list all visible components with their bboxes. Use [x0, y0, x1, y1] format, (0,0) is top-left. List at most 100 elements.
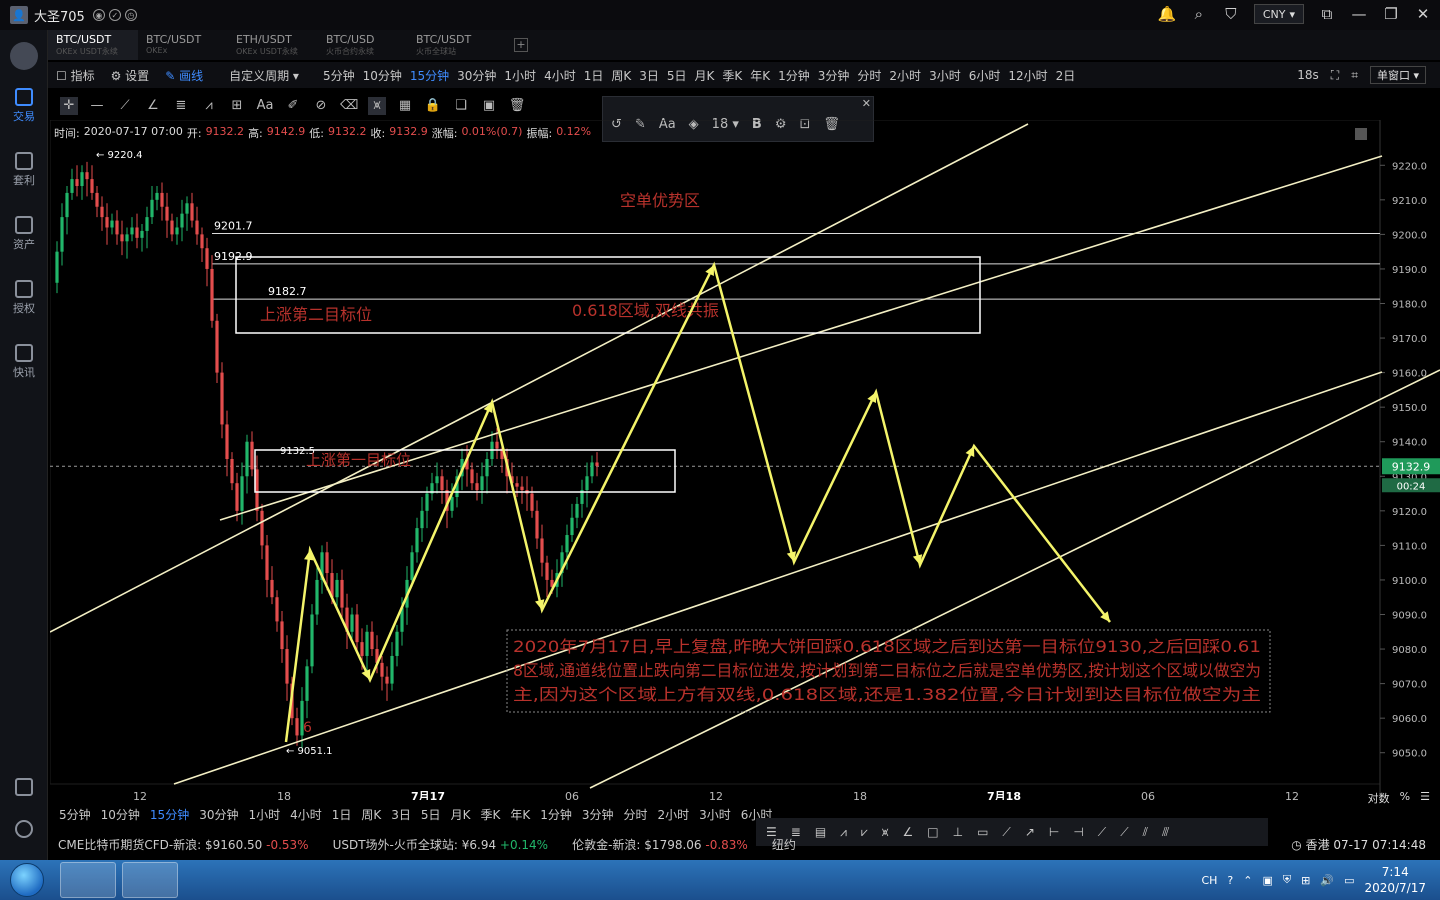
layers-icon[interactable]: ▣	[480, 97, 498, 115]
period-7[interactable]: 周K	[356, 806, 386, 826]
period-20[interactable]: 2日	[1052, 67, 1080, 84]
price-chart[interactable]: 9220.0 9210.0 9200.0 9190.0 9180.0 9170.0 9160…	[50, 120, 1440, 800]
period-12[interactable]: 年K	[746, 67, 774, 84]
period-0[interactable]: 5分钟	[54, 806, 96, 826]
pattern-icon[interactable]: ⩘	[200, 97, 218, 115]
period-4[interactable]: 1小时	[243, 806, 285, 826]
ticker-item[interactable]: USDT场外-火币全球站: ¥6.94 +0.14%	[333, 836, 549, 853]
ticker-item[interactable]: CME比特币期货CFD-新浪: $9160.50 -0.53%	[58, 836, 309, 853]
period-10[interactable]: 月K	[446, 806, 476, 826]
period-15[interactable]: 分时	[618, 806, 652, 826]
period-1[interactable]: 10分钟	[96, 806, 145, 826]
period-6[interactable]: 1日	[327, 806, 357, 826]
close-icon[interactable]: ✕	[862, 97, 871, 110]
symbol-tab[interactable]: BTC/USDT OKEx	[138, 30, 228, 60]
percent-scale-toggle[interactable]: %	[1400, 790, 1410, 806]
taskbar-app-client[interactable]	[122, 862, 178, 898]
period-7[interactable]: 周K	[607, 67, 635, 84]
period-2[interactable]: 15分钟	[145, 806, 194, 826]
export-icon[interactable]: ⧉	[1318, 5, 1336, 23]
sidebar-item-news[interactable]: 快讯	[0, 344, 48, 380]
period-17[interactable]: 3小时	[694, 806, 736, 826]
period-5[interactable]: 4小时	[540, 67, 580, 84]
user-avatar-icon[interactable]: 👤	[10, 6, 28, 24]
period-8[interactable]: 3日	[386, 806, 416, 826]
network-icon[interactable]: ⊞	[1301, 874, 1310, 887]
indicator-button[interactable]: ☐ 指标	[48, 67, 103, 84]
menu-icon[interactable]: ☰	[1420, 790, 1430, 806]
add-tab-button[interactable]: +	[514, 38, 528, 52]
ticker-item[interactable]: 伦敦金-新浪: $1798.06 -0.83%	[572, 836, 748, 853]
period-4[interactable]: 1小时	[500, 67, 540, 84]
custom-period-button[interactable]: 自定义周期 ▾	[221, 67, 307, 84]
period-12[interactable]: 年K	[505, 806, 535, 826]
log-scale-toggle[interactable]: 对数	[1368, 790, 1390, 806]
symbol-tab[interactable]: ETH/USDT OKEx USDT永续	[228, 30, 318, 60]
taskbar-app-chart[interactable]	[60, 862, 116, 898]
period-9[interactable]: 5日	[416, 806, 446, 826]
sidebar-item-tag[interactable]	[0, 778, 48, 798]
measure-icon[interactable]: ▦	[396, 97, 414, 115]
start-button[interactable]	[10, 863, 44, 897]
bell-icon[interactable]: 🔔	[1158, 5, 1177, 23]
text-icon[interactable]: Aa	[256, 97, 274, 115]
period-11[interactable]: 季K	[475, 806, 505, 826]
eraser-icon[interactable]: ⌫	[340, 97, 358, 115]
period-9[interactable]: 5日	[663, 67, 691, 84]
trash-icon[interactable]: 🗑	[508, 97, 526, 115]
period-1[interactable]: 10分钟	[359, 67, 406, 84]
sidebar-item-assets[interactable]: 资产	[0, 216, 48, 252]
fullscreen-icon[interactable]: ⛶	[1331, 68, 1339, 83]
period-14[interactable]: 3分钟	[577, 806, 619, 826]
period-13[interactable]: 1分钟	[535, 806, 577, 826]
symbol-tab[interactable]: BTC/USDT OKEx USDT永续	[48, 30, 138, 60]
help-icon[interactable]: ?	[1227, 874, 1233, 887]
close-icon[interactable]: ✕	[1414, 5, 1432, 23]
sidebar-item-trade[interactable]: 交易	[0, 88, 48, 124]
trend-line-icon[interactable]: ⟋	[116, 97, 134, 115]
grid-icon[interactable]: ⊞	[228, 97, 246, 115]
period-11[interactable]: 季K	[718, 67, 746, 84]
symbol-tab[interactable]: BTC/USDT 火币全球站	[408, 30, 498, 60]
screenshot-icon[interactable]: ⌗	[1351, 68, 1358, 83]
continuous-draw-icon[interactable]: ⩙	[368, 97, 386, 115]
language-indicator[interactable]: CH	[1201, 874, 1217, 887]
shirt-icon[interactable]: ⛉	[1222, 5, 1240, 23]
period-0[interactable]: 5分钟	[319, 67, 359, 84]
fib-icon[interactable]: ≣	[172, 97, 190, 115]
period-6[interactable]: 1日	[580, 67, 608, 84]
refresh-interval[interactable]: 18s	[1297, 68, 1319, 82]
magnet-icon[interactable]: ⊘	[312, 97, 330, 115]
sidebar-item-arbitrage[interactable]: 套利	[0, 152, 48, 188]
minimize-icon[interactable]: —	[1350, 5, 1368, 23]
period-10[interactable]: 月K	[691, 67, 719, 84]
sidebar-item-authorize[interactable]: 授权	[0, 280, 48, 316]
period-2[interactable]: 15分钟	[406, 67, 453, 84]
period-3[interactable]: 30分钟	[453, 67, 500, 84]
period-16[interactable]: 2小时	[885, 67, 925, 84]
copy-icon[interactable]: ❏	[452, 97, 470, 115]
window-mode-select[interactable]: 单窗口 ▾	[1369, 66, 1426, 84]
period-14[interactable]: 3分钟	[814, 67, 854, 84]
currency-select[interactable]: CNY ▾	[1253, 4, 1304, 24]
restore-icon[interactable]: ❐	[1382, 5, 1400, 23]
draw-button[interactable]: ✎ 画线	[157, 67, 211, 84]
period-8[interactable]: 3日	[635, 67, 663, 84]
angle-icon[interactable]: ∠	[144, 97, 162, 115]
search-icon[interactable]: ⌕	[1190, 5, 1208, 23]
display-icon[interactable]: ▭	[1344, 874, 1354, 887]
crosshair-icon[interactable]: ✛	[60, 97, 78, 115]
period-15[interactable]: 分时	[853, 67, 885, 84]
horizontal-line-icon[interactable]: —	[88, 97, 106, 115]
lock-icon[interactable]: 🔒	[424, 97, 442, 115]
shield-icon[interactable]: ⛨	[1283, 873, 1291, 887]
tray-arrow-icon[interactable]: ⌃	[1243, 874, 1252, 887]
settings-button[interactable]: ⚙ 设置	[103, 67, 158, 84]
ticker-item[interactable]: 纽约	[772, 836, 796, 853]
symbol-tab[interactable]: BTC/USD 火币合约永续	[318, 30, 408, 60]
nvidia-icon[interactable]: ▣	[1262, 874, 1272, 887]
period-17[interactable]: 3小时	[925, 67, 965, 84]
brush-icon[interactable]: ✐	[284, 97, 302, 115]
volume-icon[interactable]: 🔊	[1320, 874, 1334, 887]
period-5[interactable]: 4小时	[285, 806, 327, 826]
